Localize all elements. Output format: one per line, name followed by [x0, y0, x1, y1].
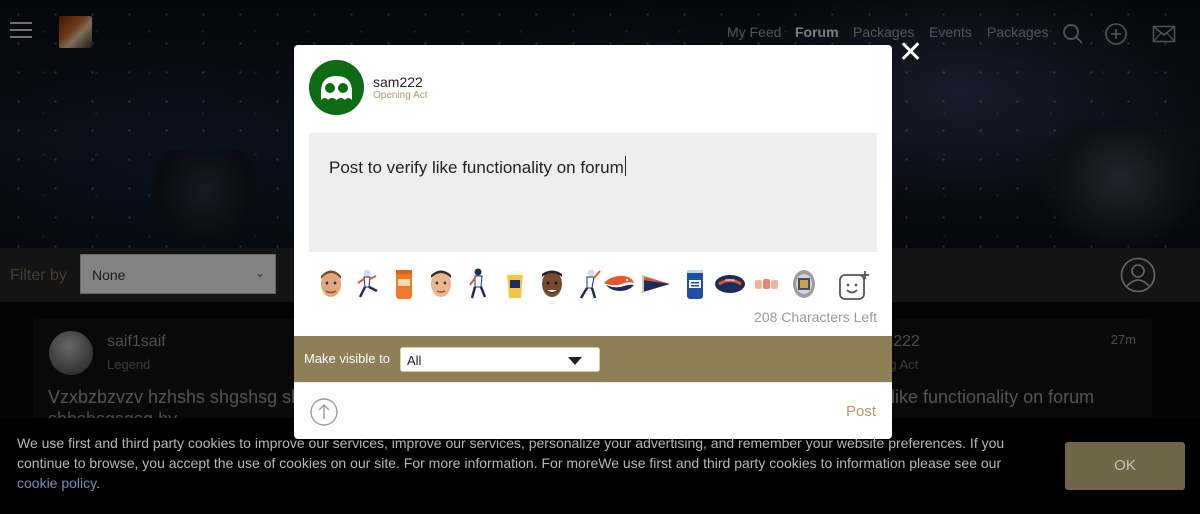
player-face-2-icon[interactable] [426, 267, 456, 301]
post-text-area[interactable]: Post to verify like functionality on for… [309, 133, 877, 252]
close-icon[interactable]: ✕ [898, 38, 923, 68]
trophy-ring-icon[interactable] [789, 267, 819, 301]
post-text-content: Post to verify like functionality on for… [329, 158, 624, 177]
broncos-logo-icon[interactable] [602, 267, 636, 301]
visibility-bar: Make visible to All [294, 336, 892, 382]
hands-clap-icon[interactable] [752, 267, 782, 301]
avatar[interactable] [309, 60, 364, 115]
player-face-1-icon[interactable] [316, 267, 346, 301]
bud-light-can-icon[interactable] [680, 267, 710, 301]
cookie-message-text: We use first and third party cookies to … [17, 435, 1005, 471]
cookie-policy-link[interactable]: cookie policy [17, 475, 96, 491]
create-post-modal: sam222 Opening Act Post to verify like f… [294, 45, 892, 439]
pennant-flag-icon[interactable] [640, 267, 672, 301]
visibility-select-value: All [407, 353, 422, 368]
orange-can-icon[interactable] [389, 267, 419, 301]
characters-left-counter: 208 Characters Left [754, 309, 877, 325]
footer-divider [294, 382, 892, 383]
visibility-select[interactable]: All [400, 347, 600, 372]
author-rank: Opening Act [373, 90, 428, 101]
player-face-3-icon[interactable] [537, 267, 567, 301]
author-username: sam222 [373, 74, 423, 90]
kicker-icon[interactable] [352, 267, 382, 301]
add-sticker-icon[interactable] [838, 270, 870, 302]
post-text-value: Post to verify like functionality on for… [329, 156, 626, 178]
visibility-label: Make visible to [304, 351, 390, 366]
text-cursor [624, 156, 626, 176]
upload-icon[interactable] [309, 397, 339, 427]
cookie-message: We use first and third party cookies to … [17, 435, 1005, 491]
broncos-football-icon[interactable] [713, 267, 747, 301]
cookie-ok-button[interactable]: OK [1065, 442, 1185, 490]
caret-down-icon [568, 357, 582, 365]
beer-cup-icon[interactable] [500, 267, 530, 301]
running-player-icon[interactable] [463, 267, 493, 301]
throwing-player-icon[interactable] [574, 267, 604, 301]
post-button[interactable]: Post [846, 403, 876, 420]
